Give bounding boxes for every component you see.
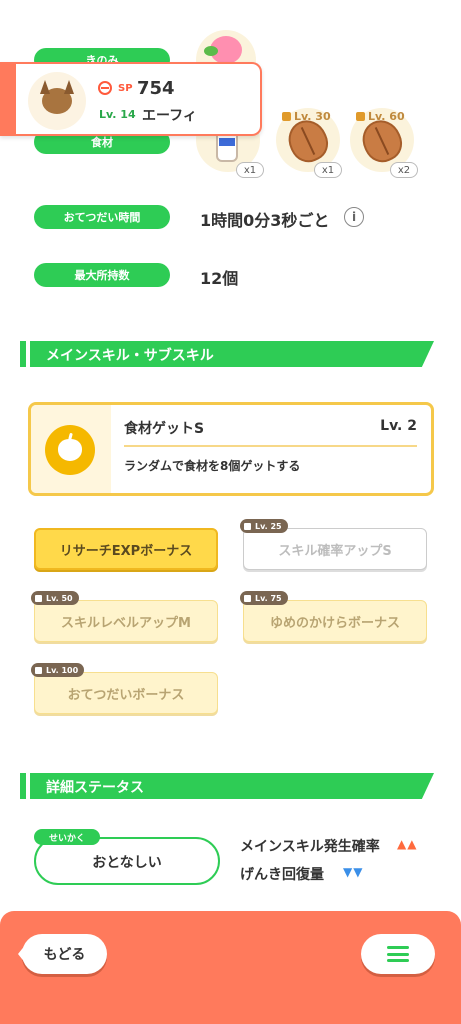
ingredient-qty-3: x2 xyxy=(390,162,418,178)
sub-skill-3-lock: Lv. 50 xyxy=(31,591,79,605)
main-skill-name: 食材ゲットS xyxy=(124,421,205,437)
ingredient-lock-3: Lv. 60 xyxy=(356,110,405,123)
sub-skill-lock-label: Lv. 50 xyxy=(46,593,73,603)
sub-skill-5-lock: Lv. 100 xyxy=(31,663,85,677)
sub-skill-2[interactable]: スキル確率アップS xyxy=(243,528,427,570)
lock-icon xyxy=(35,666,42,674)
milk-label-icon xyxy=(219,138,235,146)
ingredient-qty-2: x1 xyxy=(314,162,342,178)
berry-leaf-icon xyxy=(204,46,218,56)
help-time-value: 1時間0分3秒ごと xyxy=(200,211,330,230)
details-section-title: 詳細ステータス xyxy=(46,780,144,796)
sub-skill-1[interactable]: リサーチEXPボーナス xyxy=(34,528,218,570)
back-button[interactable]: もどる xyxy=(18,934,107,974)
skill-icon-pane xyxy=(31,405,111,493)
sub-skill-4-lock: Lv. 75 xyxy=(240,591,288,605)
back-button-label: もどる xyxy=(43,947,86,963)
main-skill-description: ランダムで食材を8個ゲットする xyxy=(124,459,301,473)
skills-section-title: メインスキル・サブスキル xyxy=(46,348,214,364)
lock-icon xyxy=(244,522,251,530)
nature-value: おとなしい xyxy=(92,855,162,871)
pokemon-ear-icon xyxy=(40,80,50,94)
pokemon-level: Lv. 14 xyxy=(99,108,136,121)
details-section-header: 詳細ステータス xyxy=(20,773,438,799)
ingredient-lock-label: Lv. 60 xyxy=(368,110,405,123)
sub-skill-2-lock: Lv. 25 xyxy=(240,519,288,533)
pokeball-icon xyxy=(98,81,112,95)
lock-icon xyxy=(356,112,365,121)
hamburger-menu-icon xyxy=(387,946,409,962)
main-skill-level: Lv. 2 xyxy=(380,418,417,434)
skills-section-header: メインスキル・サブスキル xyxy=(20,341,438,367)
nature-tag: せいかく xyxy=(34,829,100,845)
lock-icon xyxy=(244,594,251,602)
sub-skill-5[interactable]: おてつだいボーナス xyxy=(34,672,218,714)
ingredient-lock-2: Lv. 30 xyxy=(282,110,331,123)
nature-down-stat: げんき回復量 xyxy=(240,867,324,883)
max-carry-value: 12個 xyxy=(200,269,239,288)
sub-skill-lock-label: Lv. 100 xyxy=(46,665,79,675)
ingredient-lock-label: Lv. 30 xyxy=(294,110,331,123)
info-icon[interactable]: i xyxy=(344,207,364,227)
ingredient-qty-1: x1 xyxy=(236,162,264,178)
lock-icon xyxy=(282,112,291,121)
pokemon-name: エーフィ xyxy=(142,108,197,124)
menu-button[interactable] xyxy=(361,934,435,974)
down-arrows-icon: ▼▼ xyxy=(343,865,364,879)
main-skill-card[interactable]: 食材ゲットS Lv. 2 ランダムで食材を8個ゲットする xyxy=(28,402,434,496)
sp-value: 754 xyxy=(137,78,175,99)
sp-label: SP xyxy=(118,83,133,94)
pokemon-ear-icon xyxy=(64,80,74,94)
pokemon-avatar xyxy=(28,72,86,130)
apple-icon xyxy=(45,425,95,475)
sub-skill-lock-label: Lv. 75 xyxy=(255,593,282,603)
skill-divider xyxy=(124,445,417,447)
nature-up-stat: メインスキル発生確率 xyxy=(240,839,380,855)
sub-skill-4[interactable]: ゆめのかけらボーナス xyxy=(243,600,427,642)
sub-skill-3[interactable]: スキルレベルアップM xyxy=(34,600,218,642)
header-accent xyxy=(0,64,16,134)
pokemon-header-card: SP 754 Lv. 14 エーフィ xyxy=(0,62,262,136)
lock-icon xyxy=(35,594,42,602)
help-time-label: おてつだい時間 xyxy=(34,205,170,229)
up-arrows-icon: ▲▲ xyxy=(397,837,418,851)
sub-skill-lock-label: Lv. 25 xyxy=(255,521,282,531)
max-carry-label: 最大所持数 xyxy=(34,263,170,287)
